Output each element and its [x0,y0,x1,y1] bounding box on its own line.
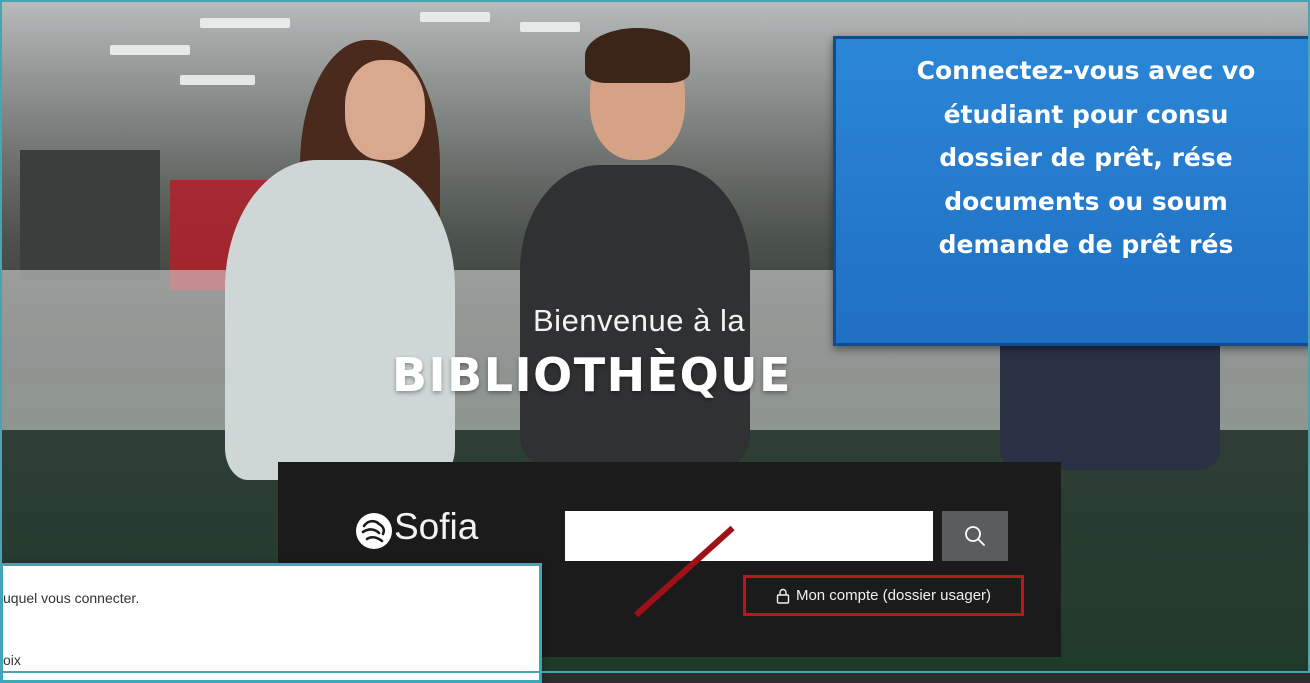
lock-icon [776,588,790,604]
popup-instruction-text: uquel vous connecter. [3,590,140,606]
search-button[interactable] [942,511,1008,561]
popup-choice-text: oix [3,652,21,668]
callout-line: demande de prêt rés [938,230,1234,259]
callout-line: dossier de prêt, rése [939,143,1233,172]
background-window [20,150,160,280]
my-account-label: Mon compte (dossier usager) [795,587,992,604]
sofia-logo-text: Sofia [394,506,479,547]
instruction-callout: Connectez-vous avec vo étudiant pour con… [833,36,1310,346]
search-icon [965,526,985,546]
callout-line: étudiant pour consu [943,99,1229,129]
ceiling-light [520,22,580,32]
person-center-hair [585,28,690,83]
ceiling-light [180,75,255,85]
my-account-link[interactable]: Mon compte (dossier usager) [743,575,1024,616]
page-title: BIBLIOTHÈQUE [392,348,792,402]
callout-text: Connectez-vous avec vo étudiant pour con… [836,49,1310,267]
ceiling-light [110,45,190,55]
ceiling-light [200,18,290,28]
sofia-logo-icon [356,513,392,549]
callout-line: Connectez-vous avec vo [916,56,1256,85]
person-left [225,160,455,480]
welcome-text: Bienvenue à la [533,303,746,338]
person-left-face [345,60,425,160]
login-popup: uquel vous connecter. oix [0,563,542,683]
ceiling-light [420,12,490,22]
search-input[interactable] [565,511,933,561]
callout-line: documents ou soum [944,186,1228,216]
